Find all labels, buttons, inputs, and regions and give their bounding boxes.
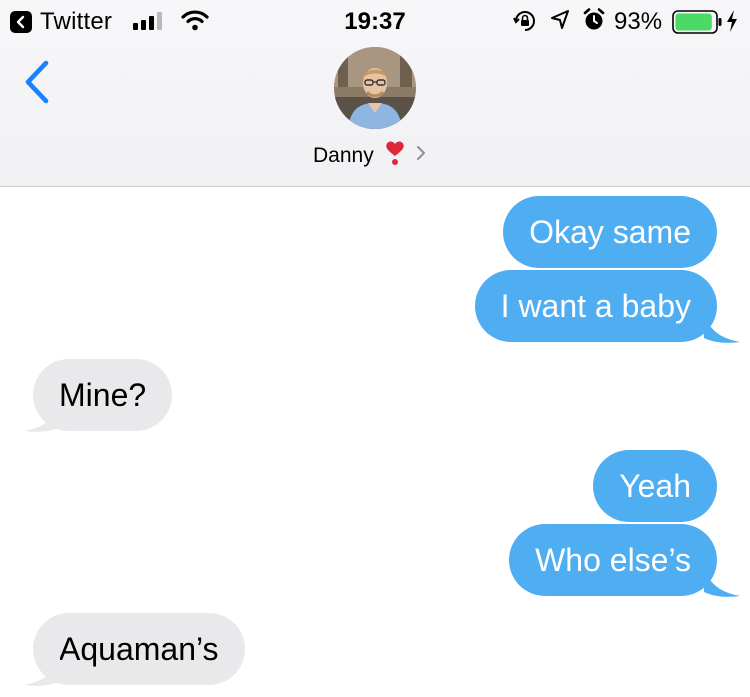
message-bubble-sent[interactable]: Who else’s	[509, 524, 717, 596]
rotation-lock-icon	[512, 8, 538, 39]
charging-bolt-icon	[725, 9, 739, 38]
alarm-icon	[582, 7, 606, 38]
bubble-tail	[24, 655, 60, 686]
status-bar: Twitter 19:37 93%	[0, 0, 750, 44]
contact-avatar[interactable]	[334, 47, 416, 129]
contact-name: Danny	[313, 143, 374, 167]
back-button[interactable]	[24, 60, 50, 109]
battery-icon	[672, 10, 722, 39]
location-icon	[550, 9, 570, 36]
contact-info-button[interactable]: Danny	[313, 140, 426, 171]
message-bubble-sent[interactable]: I want a baby	[474, 270, 717, 342]
bubble-tail	[704, 312, 740, 343]
message-bubble-received[interactable]: Aquaman’s	[33, 613, 245, 685]
message-bubble-sent[interactable]: Okay same	[503, 196, 717, 268]
bubble-tail	[24, 401, 60, 432]
bubble-tail	[704, 566, 740, 597]
battery-percent: 93%	[614, 8, 663, 35]
heart-exclamation-icon	[384, 140, 406, 171]
message-bubble-sent[interactable]: Yeah	[593, 450, 717, 522]
conversation-header: Twitter 19:37 93% Danny	[0, 0, 750, 187]
chevron-right-icon	[416, 145, 426, 166]
